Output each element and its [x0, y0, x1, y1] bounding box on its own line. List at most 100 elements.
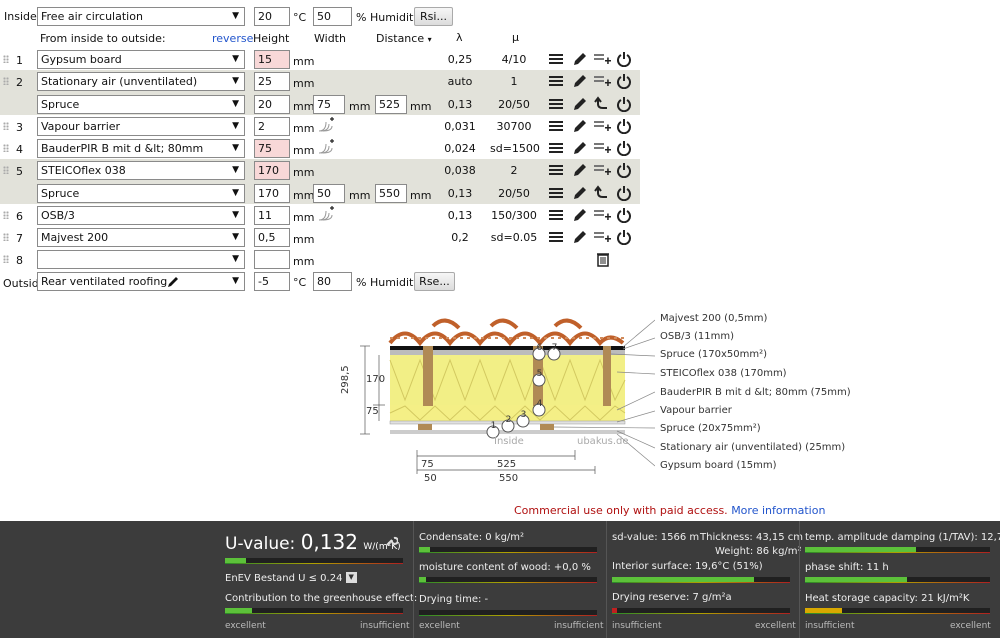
air-layer-icon[interactable]	[317, 205, 335, 223]
drag-handle-icon[interactable]	[3, 166, 9, 174]
drying-time-label: Drying time: -	[419, 594, 489, 605]
wrench-icon[interactable]	[384, 534, 398, 548]
outside-temp-input[interactable]: -5	[254, 272, 290, 291]
drag-handle-icon[interactable]	[3, 55, 9, 63]
enev-selector[interactable]: EnEV Bestand U ≤ 0.24 ▼	[225, 572, 357, 584]
power-icon[interactable]	[616, 207, 632, 224]
layer-height-input[interactable]: 11	[254, 206, 290, 225]
layer-material-select[interactable]: Vapour barrier ▼	[37, 117, 245, 136]
add-layer-icon[interactable]	[594, 207, 612, 223]
undo-icon[interactable]	[594, 96, 612, 112]
layer-height-input[interactable]: 170	[254, 161, 290, 180]
add-layer-icon[interactable]	[594, 162, 612, 178]
inside-condition-value: Free air circulation	[41, 10, 143, 23]
pencil-icon[interactable]	[572, 140, 588, 156]
menu-icon[interactable]	[548, 185, 564, 201]
menu-icon[interactable]	[548, 207, 564, 223]
outside-humidity-input[interactable]: 80	[313, 272, 352, 291]
layer-material-select[interactable]: Spruce ▼	[37, 184, 245, 203]
drag-handle-icon[interactable]	[3, 144, 9, 152]
lambda-header: λ	[456, 31, 463, 44]
add-layer-icon[interactable]	[594, 51, 612, 67]
pencil-icon[interactable]	[572, 73, 588, 89]
add-layer-icon[interactable]	[594, 118, 612, 134]
scale-insufficient: insufficient	[360, 621, 410, 631]
drag-handle-icon[interactable]	[3, 255, 9, 263]
menu-icon[interactable]	[548, 140, 564, 156]
menu-icon[interactable]	[548, 162, 564, 178]
layer-material-select[interactable]: Spruce ▼	[37, 95, 245, 114]
add-layer-icon[interactable]	[594, 229, 612, 245]
distance-unit: mm	[410, 100, 432, 113]
drying-time-bar	[419, 610, 597, 616]
condensate-label: Condensate: 0 kg/m²	[419, 532, 525, 543]
menu-icon[interactable]	[548, 229, 564, 245]
drag-handle-icon[interactable]	[3, 77, 9, 85]
layer-height-input[interactable]: 15	[254, 50, 290, 69]
layer-material-select[interactable]: Stationary air (unventilated) ▼	[37, 72, 245, 91]
trash-icon[interactable]	[596, 251, 612, 267]
layer-material-select[interactable]: STEICOflex 038 ▼	[37, 161, 245, 180]
chevron-down-icon: ▼	[232, 276, 239, 286]
layer-distance-input[interactable]: 525	[375, 95, 407, 114]
layer-height-input[interactable]: 170	[254, 184, 290, 203]
drag-handle-icon[interactable]	[3, 211, 9, 219]
layer-height-input[interactable]	[254, 250, 290, 269]
drag-handle-icon[interactable]	[3, 233, 9, 241]
pencil-icon[interactable]	[572, 96, 588, 112]
menu-icon[interactable]	[548, 73, 564, 89]
add-layer-icon[interactable]	[594, 73, 612, 89]
pencil-icon[interactable]	[572, 185, 588, 201]
menu-icon[interactable]	[548, 118, 564, 134]
layer-distance-input[interactable]: 550	[375, 184, 407, 203]
inside-condition-select[interactable]: Free air circulation ▼	[37, 7, 245, 26]
power-icon[interactable]	[616, 229, 632, 246]
more-information-link[interactable]: More information	[731, 504, 825, 517]
layer-lambda: auto	[447, 75, 473, 88]
undo-icon[interactable]	[594, 185, 612, 201]
greenhouse-bar	[225, 608, 403, 614]
layer-material-select[interactable]: BauderPIR B mit d &lt; 80mm ▼	[37, 139, 245, 158]
pencil-icon[interactable]	[572, 229, 588, 245]
drag-handle-icon[interactable]	[3, 122, 9, 130]
menu-icon[interactable]	[548, 96, 564, 112]
layer-material-select[interactable]: Gypsum board ▼	[37, 50, 245, 69]
rse-button[interactable]: Rse...	[414, 272, 455, 291]
layer-width-input[interactable]: 75	[313, 95, 345, 114]
layer-width-input[interactable]: 50	[313, 184, 345, 203]
pencil-icon[interactable]	[166, 275, 180, 289]
power-icon[interactable]	[616, 162, 632, 179]
layer-mu: 1	[510, 75, 518, 88]
layer-number: 5	[16, 165, 23, 178]
layer-height-input[interactable]: 0,5	[254, 228, 290, 247]
mu-header: μ	[512, 31, 519, 44]
power-icon[interactable]	[616, 118, 632, 135]
pencil-icon[interactable]	[572, 51, 588, 67]
inside-temp-input[interactable]: 20	[254, 7, 290, 26]
layer-height-input[interactable]: 20	[254, 95, 290, 114]
power-icon[interactable]	[616, 51, 632, 68]
layer-height-input[interactable]: 25	[254, 72, 290, 91]
air-layer-icon[interactable]	[317, 138, 335, 156]
reverse-link[interactable]: reverse	[212, 32, 253, 45]
power-icon[interactable]	[616, 96, 632, 113]
outside-condition-select[interactable]: Rear ventilated roofing ▼	[37, 272, 245, 291]
layer-material-name: Gypsum board	[41, 53, 122, 66]
layer-height-input[interactable]: 2	[254, 117, 290, 136]
menu-icon[interactable]	[548, 51, 564, 67]
layer-material-select[interactable]: OSB/3 ▼	[37, 206, 245, 225]
pencil-icon[interactable]	[572, 118, 588, 134]
layer-material-select[interactable]: ▼	[37, 250, 245, 269]
distance-header[interactable]: Distance ▾	[376, 32, 432, 45]
rsi-button[interactable]: Rsi...	[414, 7, 453, 26]
layer-material-select[interactable]: Majvest 200 ▼	[37, 228, 245, 247]
layer-height-input[interactable]: 75	[254, 139, 290, 158]
power-icon[interactable]	[616, 140, 632, 157]
air-layer-icon[interactable]	[317, 116, 335, 134]
add-layer-icon[interactable]	[594, 140, 612, 156]
pencil-icon[interactable]	[572, 207, 588, 223]
pencil-icon[interactable]	[572, 162, 588, 178]
power-icon[interactable]	[616, 73, 632, 90]
power-icon[interactable]	[616, 185, 632, 202]
inside-humidity-input[interactable]: 50	[313, 7, 352, 26]
